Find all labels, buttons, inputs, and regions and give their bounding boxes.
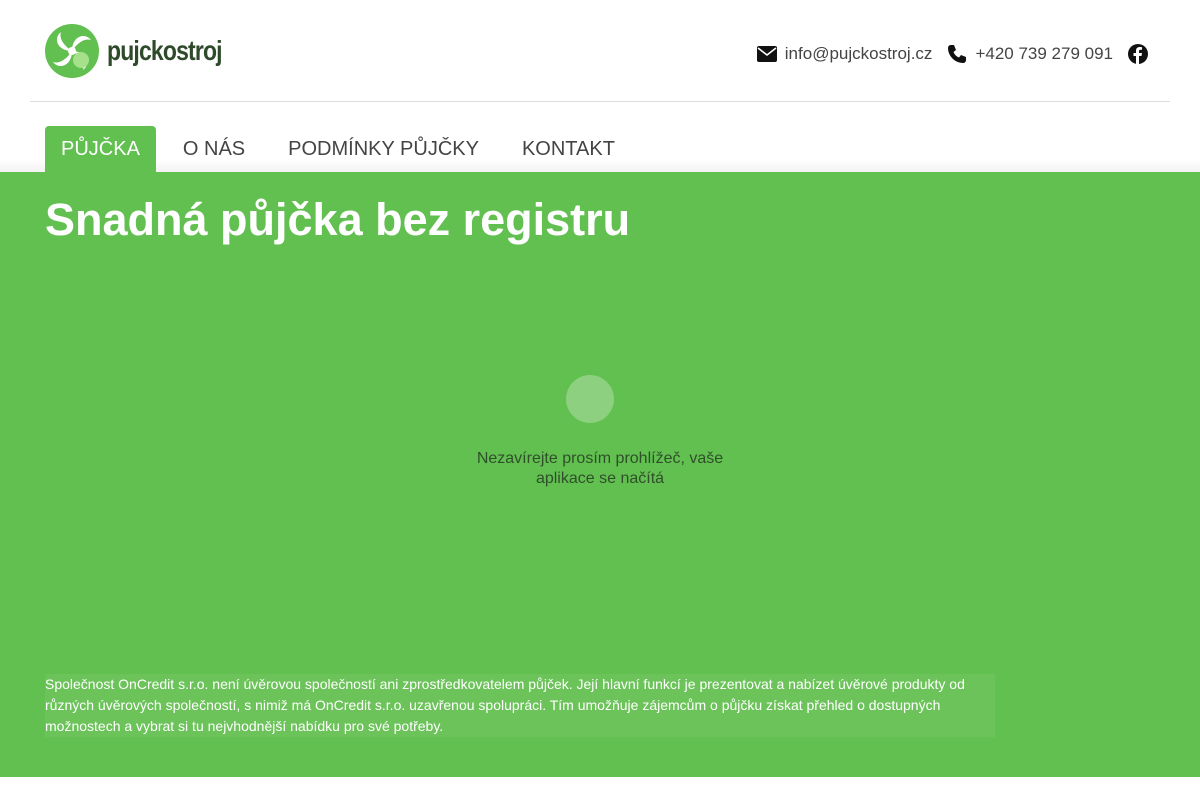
disclaimer-text: Společnost OnCredit s.r.o. není úvěrovou…: [45, 674, 995, 737]
main-nav: PŮJČKA O NÁS PODMÍNKY PŮJČKY KONTAKT: [45, 126, 642, 172]
logo-text: pujckostroj: [107, 34, 223, 66]
envelope-icon: [756, 46, 777, 62]
nav-item-pujcka[interactable]: PŮJČKA: [45, 126, 156, 172]
nav-item-podminky[interactable]: PODMÍNKY PŮJČKY: [272, 126, 495, 172]
page-title: Snadná půjčka bez registru: [45, 194, 631, 245]
site-header: pujckostroj info@pujckostroj.cz +420 739…: [30, 0, 1170, 102]
logo-icon: [45, 23, 99, 78]
hero-section: Snadná půjčka bez registru Nezavírejte p…: [0, 172, 1200, 777]
phone-text: +420 739 279 091: [975, 44, 1113, 63]
loading-spinner: [566, 375, 614, 423]
header-contacts: info@pujckostroj.cz +420 739 279 091: [742, 44, 1148, 64]
nav-item-kontakt[interactable]: KONTAKT: [506, 126, 631, 172]
facebook-link[interactable]: [1128, 44, 1148, 64]
logo[interactable]: pujckostroj: [45, 23, 247, 78]
email-text: info@pujckostroj.cz: [784, 44, 933, 63]
facebook-icon: [1128, 44, 1148, 64]
loading-message: Nezavírejte prosím prohlížeč, vaše aplik…: [476, 450, 724, 487]
phone-icon: [948, 45, 967, 63]
nav-item-o-nas[interactable]: O NÁS: [167, 126, 261, 172]
phone-link[interactable]: +420 739 279 091: [947, 44, 1113, 64]
email-link[interactable]: info@pujckostroj.cz: [756, 44, 933, 64]
